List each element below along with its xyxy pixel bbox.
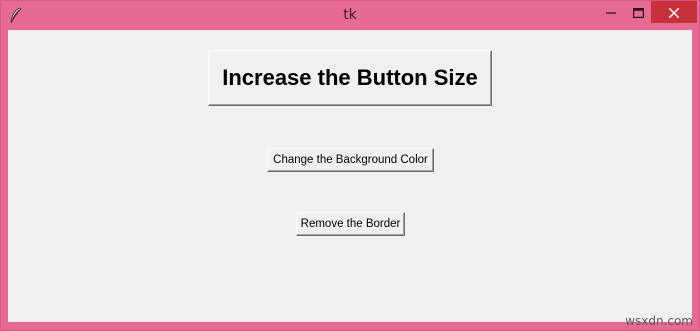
close-icon — [668, 3, 680, 22]
app-window: tk Increase the Button Size Change the B… — [0, 0, 700, 331]
minimize-icon — [606, 3, 616, 22]
titlebar[interactable]: tk — [1, 1, 699, 30]
increase-size-button[interactable]: Increase the Button Size — [208, 50, 492, 106]
minimize-button[interactable] — [597, 1, 625, 23]
window-title: tk — [343, 7, 357, 23]
change-background-button[interactable]: Change the Background Color — [267, 148, 434, 172]
remove-border-button[interactable]: Remove the Border — [296, 212, 405, 236]
maximize-button[interactable] — [625, 1, 651, 23]
client-area: Increase the Button Size Change the Back… — [8, 30, 692, 322]
watermark: wsxdn.com — [625, 314, 693, 328]
maximize-icon — [632, 3, 644, 22]
close-button[interactable] — [651, 1, 697, 23]
